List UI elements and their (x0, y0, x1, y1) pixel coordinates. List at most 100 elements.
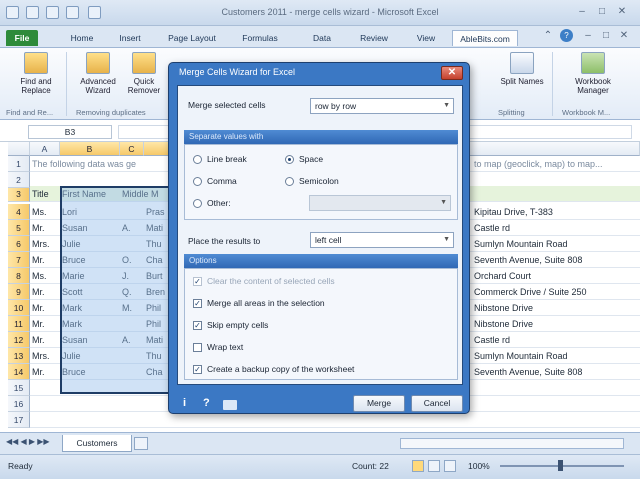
column-header-right[interactable] (470, 142, 640, 156)
tab-file[interactable]: File (6, 30, 38, 46)
undo-icon[interactable] (46, 6, 59, 19)
cell-right: Commerck Drive / Suite 250 (474, 287, 587, 297)
tab-formulas[interactable]: Formulas (238, 30, 282, 46)
column-header-c[interactable]: C (120, 142, 144, 156)
cell-a: Mr. (32, 223, 45, 233)
page-break-view-icon[interactable] (444, 460, 456, 472)
info-icon[interactable]: i (183, 397, 186, 409)
cell-a: Mr. (32, 287, 45, 297)
radio-semicolon-label: Semicolon (299, 176, 339, 186)
row-header[interactable]: 5 (8, 220, 30, 236)
tab-insert[interactable]: Insert (112, 30, 148, 46)
cell-a: Mrs. (32, 239, 50, 249)
row-header[interactable]: 15 (8, 380, 30, 396)
column-header-b[interactable]: B (60, 142, 120, 156)
group-removing: Removing duplicates (76, 108, 146, 117)
horizontal-scrollbar[interactable] (400, 438, 624, 449)
window-restore-icon[interactable]: □ (598, 29, 614, 43)
workbook-manager-icon (581, 52, 605, 74)
customize-toolbar-icon[interactable] (88, 6, 101, 19)
row-header[interactable]: 14 (8, 364, 30, 380)
dialog-body: Merge selected cells row by row ▼ Separa… (177, 85, 463, 385)
window-close-icon[interactable]: ✕ (616, 29, 632, 43)
checkbox-backup-copy[interactable]: ✓ (193, 365, 202, 374)
tab-review[interactable]: Review (354, 30, 394, 46)
merge-button[interactable]: Merge (353, 395, 405, 412)
row-header[interactable]: 3 (8, 186, 30, 202)
tab-ablebits[interactable]: AbleBits.com (452, 30, 518, 46)
note-cell: The following data was ge (32, 159, 137, 169)
cell-a: Mr. (32, 319, 45, 329)
other-separator-select[interactable]: ▼ (309, 195, 451, 211)
merge-cells-dialog: Merge Cells Wizard for Excel ✕ Merge sel… (168, 62, 470, 414)
split-names-button[interactable]: Split Names (500, 52, 544, 86)
radio-line-break[interactable] (193, 155, 202, 164)
cell-right: Orchard Court (474, 271, 532, 281)
save-icon[interactable] (26, 6, 39, 19)
workbook-manager-button[interactable]: Workbook Manager (566, 52, 620, 95)
zoom-slider-thumb[interactable] (558, 460, 563, 471)
tab-page-layout[interactable]: Page Layout (164, 30, 220, 46)
place-results-select[interactable]: left cell ▼ (310, 232, 454, 248)
sheet-tab-customers[interactable]: Customers (62, 435, 132, 452)
page-layout-view-icon[interactable] (428, 460, 440, 472)
checkbox-wrap-text[interactable] (193, 343, 202, 352)
row-header[interactable]: 11 (8, 316, 30, 332)
column-header-d[interactable] (144, 142, 170, 156)
row-header[interactable]: 2 (8, 172, 30, 188)
excel-logo-icon[interactable] (6, 6, 19, 19)
minimize-icon[interactable]: – (574, 5, 590, 19)
checkbox-clear-content: ✓ (193, 277, 202, 286)
selection-range (60, 186, 170, 394)
sheet-nav-icon[interactable]: ◀◀ ◀ ▶ ▶▶ (6, 437, 50, 446)
zoom-level: 100% (468, 461, 490, 471)
checkbox-merge-all-areas[interactable]: ✓ (193, 299, 202, 308)
row-header[interactable]: 7 (8, 252, 30, 268)
column-header-a[interactable]: A (30, 142, 60, 156)
checkbox-skip-empty[interactable]: ✓ (193, 321, 202, 330)
name-box[interactable]: B3 (28, 125, 112, 139)
row-header[interactable]: 6 (8, 236, 30, 252)
radio-comma[interactable] (193, 177, 202, 186)
row-header[interactable]: 13 (8, 348, 30, 364)
quick-remover-button[interactable]: Quick Remover (122, 52, 166, 95)
normal-view-icon[interactable] (412, 460, 424, 472)
row-header[interactable]: 12 (8, 332, 30, 348)
row-header[interactable]: 1 (8, 156, 30, 172)
cancel-button[interactable]: Cancel (411, 395, 463, 412)
insert-sheet-icon[interactable] (134, 437, 148, 450)
table-row[interactable] (30, 412, 640, 428)
find-replace-button[interactable]: Find and Replace (14, 52, 58, 95)
tab-view[interactable]: View (410, 30, 442, 46)
window-minimize-icon[interactable]: – (580, 29, 596, 43)
redo-icon[interactable] (66, 6, 79, 19)
row-header[interactable]: 10 (8, 300, 30, 316)
tab-data[interactable]: Data (306, 30, 338, 46)
help-icon[interactable]: ? (560, 29, 573, 42)
row-header[interactable]: 4 (8, 204, 30, 220)
close-icon[interactable]: ✕ (614, 5, 630, 19)
cell-right: Seventh Avenue, Suite 808 (474, 255, 583, 265)
row-header[interactable]: 9 (8, 284, 30, 300)
dialog-close-button[interactable]: ✕ (441, 66, 463, 80)
cell-right: Castle rd (474, 335, 511, 345)
merge-mode-select[interactable]: row by row ▼ (310, 98, 454, 114)
radio-other[interactable] (193, 199, 202, 208)
advanced-wizard-button[interactable]: Advanced Wizard (76, 52, 120, 95)
cell-a: Mr. (32, 255, 45, 265)
radio-space[interactable] (285, 155, 294, 164)
radio-semicolon[interactable] (285, 177, 294, 186)
row-header[interactable]: 17 (8, 412, 30, 428)
email-icon[interactable] (223, 400, 237, 410)
tab-home[interactable]: Home (64, 30, 100, 46)
chevron-down-icon: ▼ (440, 199, 447, 206)
chevron-up-icon[interactable]: ⌃ (540, 29, 556, 43)
place-results-value: left cell (315, 235, 342, 245)
row-header[interactable]: 16 (8, 396, 30, 412)
ribbon-separator (66, 52, 67, 116)
separator-group-header: Separate values with (184, 130, 458, 144)
maximize-icon[interactable]: □ (594, 5, 610, 19)
row-header[interactable]: 8 (8, 268, 30, 284)
help-icon[interactable]: ? (203, 397, 210, 409)
select-all-corner[interactable] (8, 142, 30, 156)
